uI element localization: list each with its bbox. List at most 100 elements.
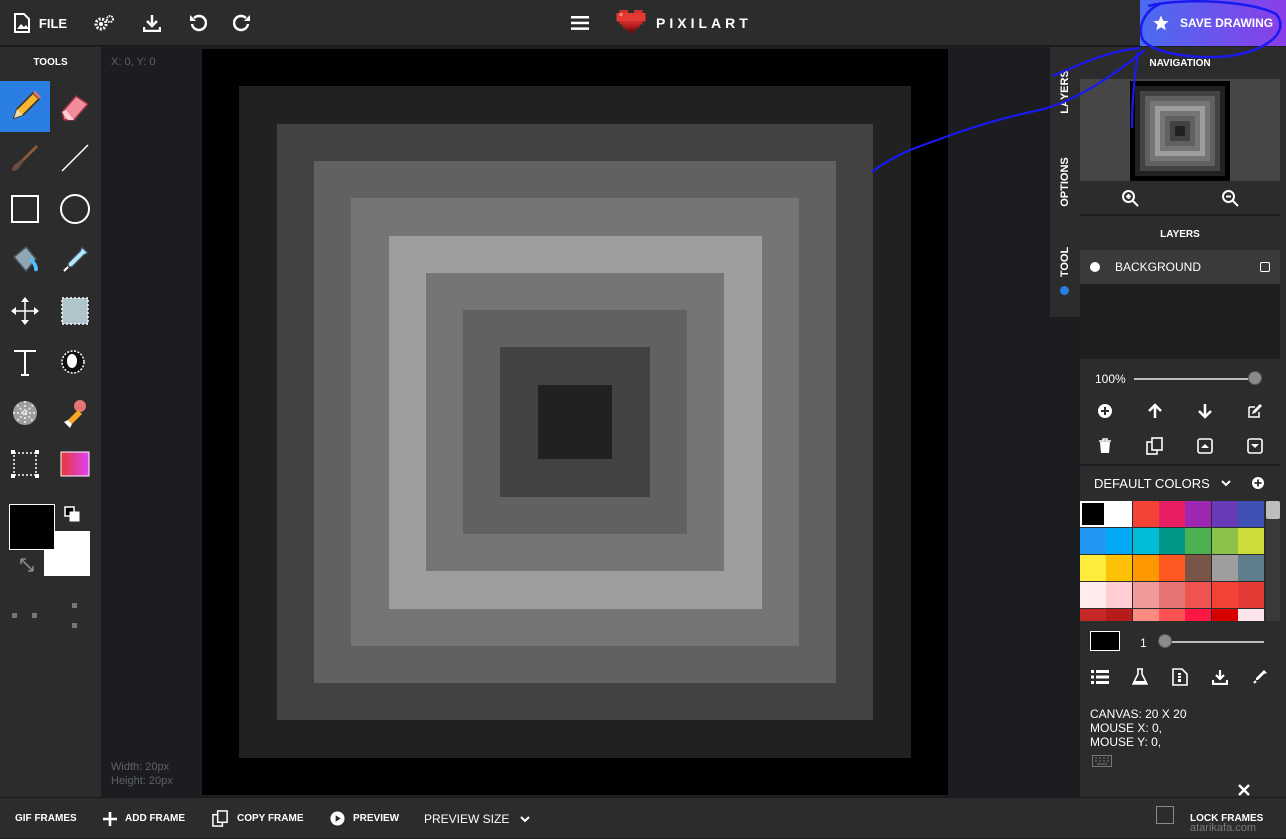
- navigation-preview[interactable]: [1080, 79, 1280, 181]
- rename-layer-button[interactable]: [1243, 399, 1267, 423]
- primary-color-swatch[interactable]: [9, 504, 55, 550]
- color-swatch[interactable]: [1185, 528, 1212, 554]
- color-swatch[interactable]: [1080, 528, 1106, 554]
- color-swatch[interactable]: [1237, 582, 1264, 608]
- rectangle-tool[interactable]: [0, 183, 50, 234]
- color-swatch[interactable]: [1106, 582, 1133, 608]
- select-tool[interactable]: [50, 285, 100, 336]
- opacity-slider-knob[interactable]: [1248, 371, 1262, 385]
- settings-button[interactable]: [90, 0, 118, 46]
- duplicate-layer-button[interactable]: [1143, 434, 1167, 458]
- pencil-tool[interactable]: [0, 81, 50, 132]
- color-swatch[interactable]: [1080, 555, 1106, 581]
- zoom-in-button[interactable]: [1118, 186, 1142, 210]
- add-layer-button[interactable]: [1093, 399, 1117, 423]
- collapse-dots[interactable]: [10, 597, 90, 637]
- brush-size-slider-track[interactable]: [1162, 641, 1264, 643]
- gif-frames-label[interactable]: GIF FRAMES: [15, 798, 77, 839]
- layer-lock-checkbox[interactable]: [1260, 262, 1270, 272]
- move-layer-up-button[interactable]: [1143, 399, 1167, 423]
- color-swatch[interactable]: [1080, 609, 1106, 621]
- circle-tool[interactable]: [50, 183, 100, 234]
- color-swatch[interactable]: [1237, 528, 1264, 554]
- preview-button[interactable]: PREVIEW: [330, 798, 399, 839]
- layer-item-background[interactable]: BACKGROUND: [1080, 250, 1280, 284]
- merge-layer-up-button[interactable]: [1193, 434, 1217, 458]
- canvas-workspace[interactable]: X: 0, Y: 0 Width: 20px Height: 20px: [101, 47, 1050, 797]
- color-swatch[interactable]: [1211, 501, 1238, 527]
- color-swatch[interactable]: [1211, 582, 1238, 608]
- redo-button[interactable]: [228, 0, 256, 46]
- chevron-down-icon[interactable]: [1220, 478, 1232, 488]
- color-swatch[interactable]: [1158, 528, 1185, 554]
- gradient-tool[interactable]: [50, 438, 100, 489]
- color-swatch[interactable]: [1237, 609, 1264, 621]
- color-swatch[interactable]: [1158, 609, 1185, 621]
- text-tool[interactable]: [0, 336, 50, 387]
- color-swatch[interactable]: [1185, 501, 1212, 527]
- preview-size-dropdown[interactable]: PREVIEW SIZE: [424, 798, 539, 839]
- zoom-out-button[interactable]: [1218, 186, 1242, 210]
- color-swatch[interactable]: [1080, 582, 1106, 608]
- export-palette-button[interactable]: [1208, 665, 1232, 689]
- add-palette-icon[interactable]: [1251, 476, 1265, 490]
- dither-tool[interactable]: [50, 336, 100, 387]
- bucket-tool[interactable]: [0, 234, 50, 285]
- color-swatch[interactable]: [1106, 609, 1133, 621]
- eyedropper-tool[interactable]: [50, 234, 100, 285]
- tab-layers[interactable]: LAYERS: [1050, 47, 1080, 137]
- layer-visibility-dot[interactable]: [1090, 262, 1100, 272]
- move-tool[interactable]: [0, 285, 50, 336]
- color-swatch[interactable]: [1080, 501, 1106, 527]
- effects-button[interactable]: [1128, 665, 1152, 689]
- color-swatch[interactable]: [1132, 555, 1159, 581]
- color-swatch[interactable]: [1132, 582, 1159, 608]
- lock-frames-checkbox[interactable]: [1156, 806, 1174, 824]
- undo-button[interactable]: [184, 0, 212, 46]
- add-frame-button[interactable]: ADD FRAME: [103, 798, 185, 839]
- color-swatch[interactable]: [1132, 501, 1159, 527]
- move-layer-down-button[interactable]: [1193, 399, 1217, 423]
- copy-frame-button[interactable]: COPY FRAME: [212, 798, 304, 839]
- color-swatch[interactable]: [1185, 582, 1212, 608]
- color-swatch[interactable]: [1211, 609, 1238, 621]
- color-swatch[interactable]: [1158, 555, 1185, 581]
- palette-scrollbar-thumb[interactable]: [1266, 501, 1280, 519]
- color-swatch[interactable]: [1158, 501, 1185, 527]
- color-swatch[interactable]: [1106, 528, 1133, 554]
- default-colors-button[interactable]: [64, 506, 80, 522]
- palette-name[interactable]: DEFAULT COLORS: [1094, 476, 1210, 491]
- stamp-tool[interactable]: [50, 387, 100, 438]
- file-menu-button[interactable]: FILE: [12, 0, 68, 46]
- main-menu-button[interactable]: [568, 0, 592, 46]
- color-picker-button[interactable]: [1248, 665, 1272, 689]
- crop-tool[interactable]: [0, 438, 50, 489]
- opacity-slider-track[interactable]: [1134, 378, 1256, 380]
- merge-layer-down-button[interactable]: [1243, 434, 1267, 458]
- save-drawing-button[interactable]: SAVE DRAWING: [1140, 0, 1286, 46]
- eraser-tool[interactable]: [50, 81, 100, 132]
- list-view-button[interactable]: [1088, 665, 1112, 689]
- color-swatch[interactable]: [1185, 609, 1212, 621]
- swap-colors-button[interactable]: [18, 556, 36, 574]
- delete-layer-button[interactable]: [1093, 434, 1117, 458]
- brush-size-slider-knob[interactable]: [1158, 634, 1172, 648]
- download-button[interactable]: [138, 0, 166, 46]
- import-file-button[interactable]: [1168, 665, 1192, 689]
- logo[interactable]: PIXILART: [616, 0, 756, 46]
- color-swatch[interactable]: [1132, 528, 1159, 554]
- color-swatch[interactable]: [1106, 555, 1133, 581]
- color-swatch[interactable]: [1211, 555, 1238, 581]
- color-swatch[interactable]: [1211, 528, 1238, 554]
- color-swatch[interactable]: [1158, 582, 1185, 608]
- color-swatch[interactable]: [1237, 555, 1264, 581]
- line-tool[interactable]: [50, 132, 100, 183]
- brush-tool[interactable]: [0, 132, 50, 183]
- color-swatch[interactable]: [1106, 501, 1133, 527]
- keyboard-shortcuts-button[interactable]: [1092, 754, 1112, 772]
- color-swatch[interactable]: [1185, 555, 1212, 581]
- drawing-canvas[interactable]: [202, 49, 948, 795]
- color-swatch[interactable]: [1237, 501, 1264, 527]
- palette-scrollbar[interactable]: [1266, 501, 1280, 621]
- tab-options[interactable]: OPTIONS: [1050, 137, 1080, 227]
